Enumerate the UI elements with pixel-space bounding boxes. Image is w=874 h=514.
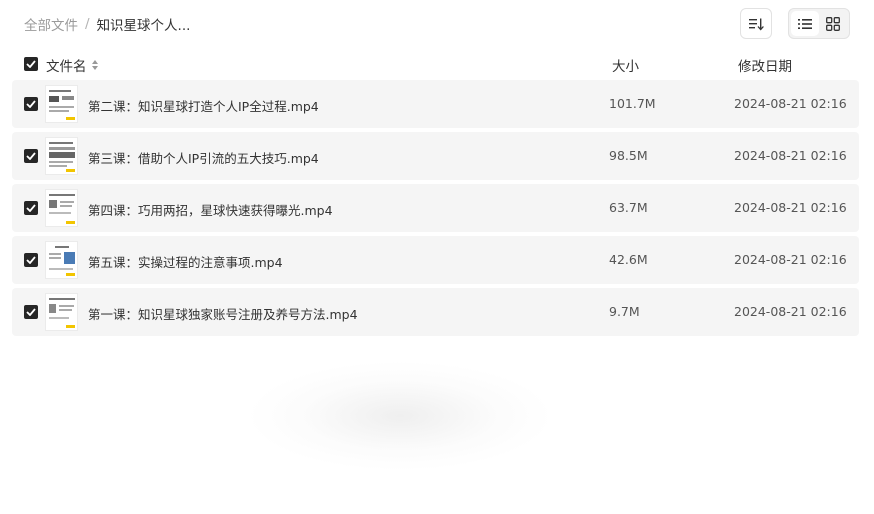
list-view-icon [798,18,812,29]
check-icon [26,308,36,316]
breadcrumb: 全部文件 / 知识星球个人... [24,14,190,34]
breadcrumb-current-folder: 知识星球个人... [96,18,191,34]
sort-icon [749,18,764,30]
file-size: 98.5M [609,148,648,163]
file-date: 2024-08-21 02:16 [734,200,847,215]
file-name[interactable]: 第三课：借助个人IP引流的五大技巧.mp4 [88,148,319,167]
file-size: 42.6M [609,252,648,267]
file-size: 63.7M [609,200,648,215]
file-row[interactable]: 第一课：知识星球独家账号注册及养号方法.mp4 9.7M 2024-08-21 … [12,288,859,336]
select-all-checkbox[interactable] [24,57,38,71]
grid-view-button[interactable] [819,11,847,36]
file-name[interactable]: 第一课：知识星球独家账号注册及养号方法.mp4 [88,304,358,323]
video-thumbnail [45,241,78,279]
breadcrumb-root-link[interactable]: 全部文件 [24,14,78,34]
check-icon [26,204,36,212]
video-thumbnail [45,293,78,331]
check-icon [26,152,36,160]
check-icon [26,100,36,108]
file-checkbox[interactable] [24,97,38,111]
file-row[interactable]: 第四课：巧用两招，星球快速获得曝光.mp4 63.7M 2024-08-21 0… [12,184,859,232]
background-glow [250,362,550,470]
file-row[interactable]: 第三课：借助个人IP引流的五大技巧.mp4 98.5M 2024-08-21 0… [12,132,859,180]
file-name[interactable]: 第四课：巧用两招，星球快速获得曝光.mp4 [88,200,333,219]
file-checkbox[interactable] [24,149,38,163]
view-mode-switch [788,8,850,39]
table-header: 文件名 大小 修改日期 [0,52,874,76]
video-thumbnail [45,85,78,123]
file-name[interactable]: 第五课：实操过程的注意事项.mp4 [88,252,283,271]
grid-view-icon [826,16,840,31]
sort-arrows-icon [91,60,98,70]
file-row[interactable]: 第五课：实操过程的注意事项.mp4 42.6M 2024-08-21 02:16 [12,236,859,284]
file-date: 2024-08-21 02:16 [734,252,847,267]
file-date: 2024-08-21 02:16 [734,96,847,111]
video-thumbnail [45,189,78,227]
check-icon [26,60,36,68]
file-row[interactable]: 第二课：知识星球打造个人IP全过程.mp4 101.7M 2024-08-21 … [12,80,859,128]
file-list: 第二课：知识星球打造个人IP全过程.mp4 101.7M 2024-08-21 … [12,80,859,340]
top-bar: 全部文件 / 知识星球个人... [0,0,874,48]
file-date: 2024-08-21 02:16 [734,148,847,163]
file-checkbox[interactable] [24,201,38,215]
sort-button[interactable] [740,8,772,39]
file-checkbox[interactable] [24,253,38,267]
name-column-header[interactable]: 文件名 [46,55,99,75]
file-checkbox[interactable] [24,305,38,319]
date-column-header[interactable]: 修改日期 [738,55,792,75]
name-column-label: 文件名 [46,59,87,75]
file-name[interactable]: 第二课：知识星球打造个人IP全过程.mp4 [88,96,319,115]
check-icon [26,256,36,264]
file-date: 2024-08-21 02:16 [734,304,847,319]
list-view-button[interactable] [791,11,819,36]
file-size: 101.7M [609,96,656,111]
video-thumbnail [45,137,78,175]
size-column-header[interactable]: 大小 [612,55,639,75]
file-size: 9.7M [609,304,640,319]
breadcrumb-separator: / [85,16,90,32]
